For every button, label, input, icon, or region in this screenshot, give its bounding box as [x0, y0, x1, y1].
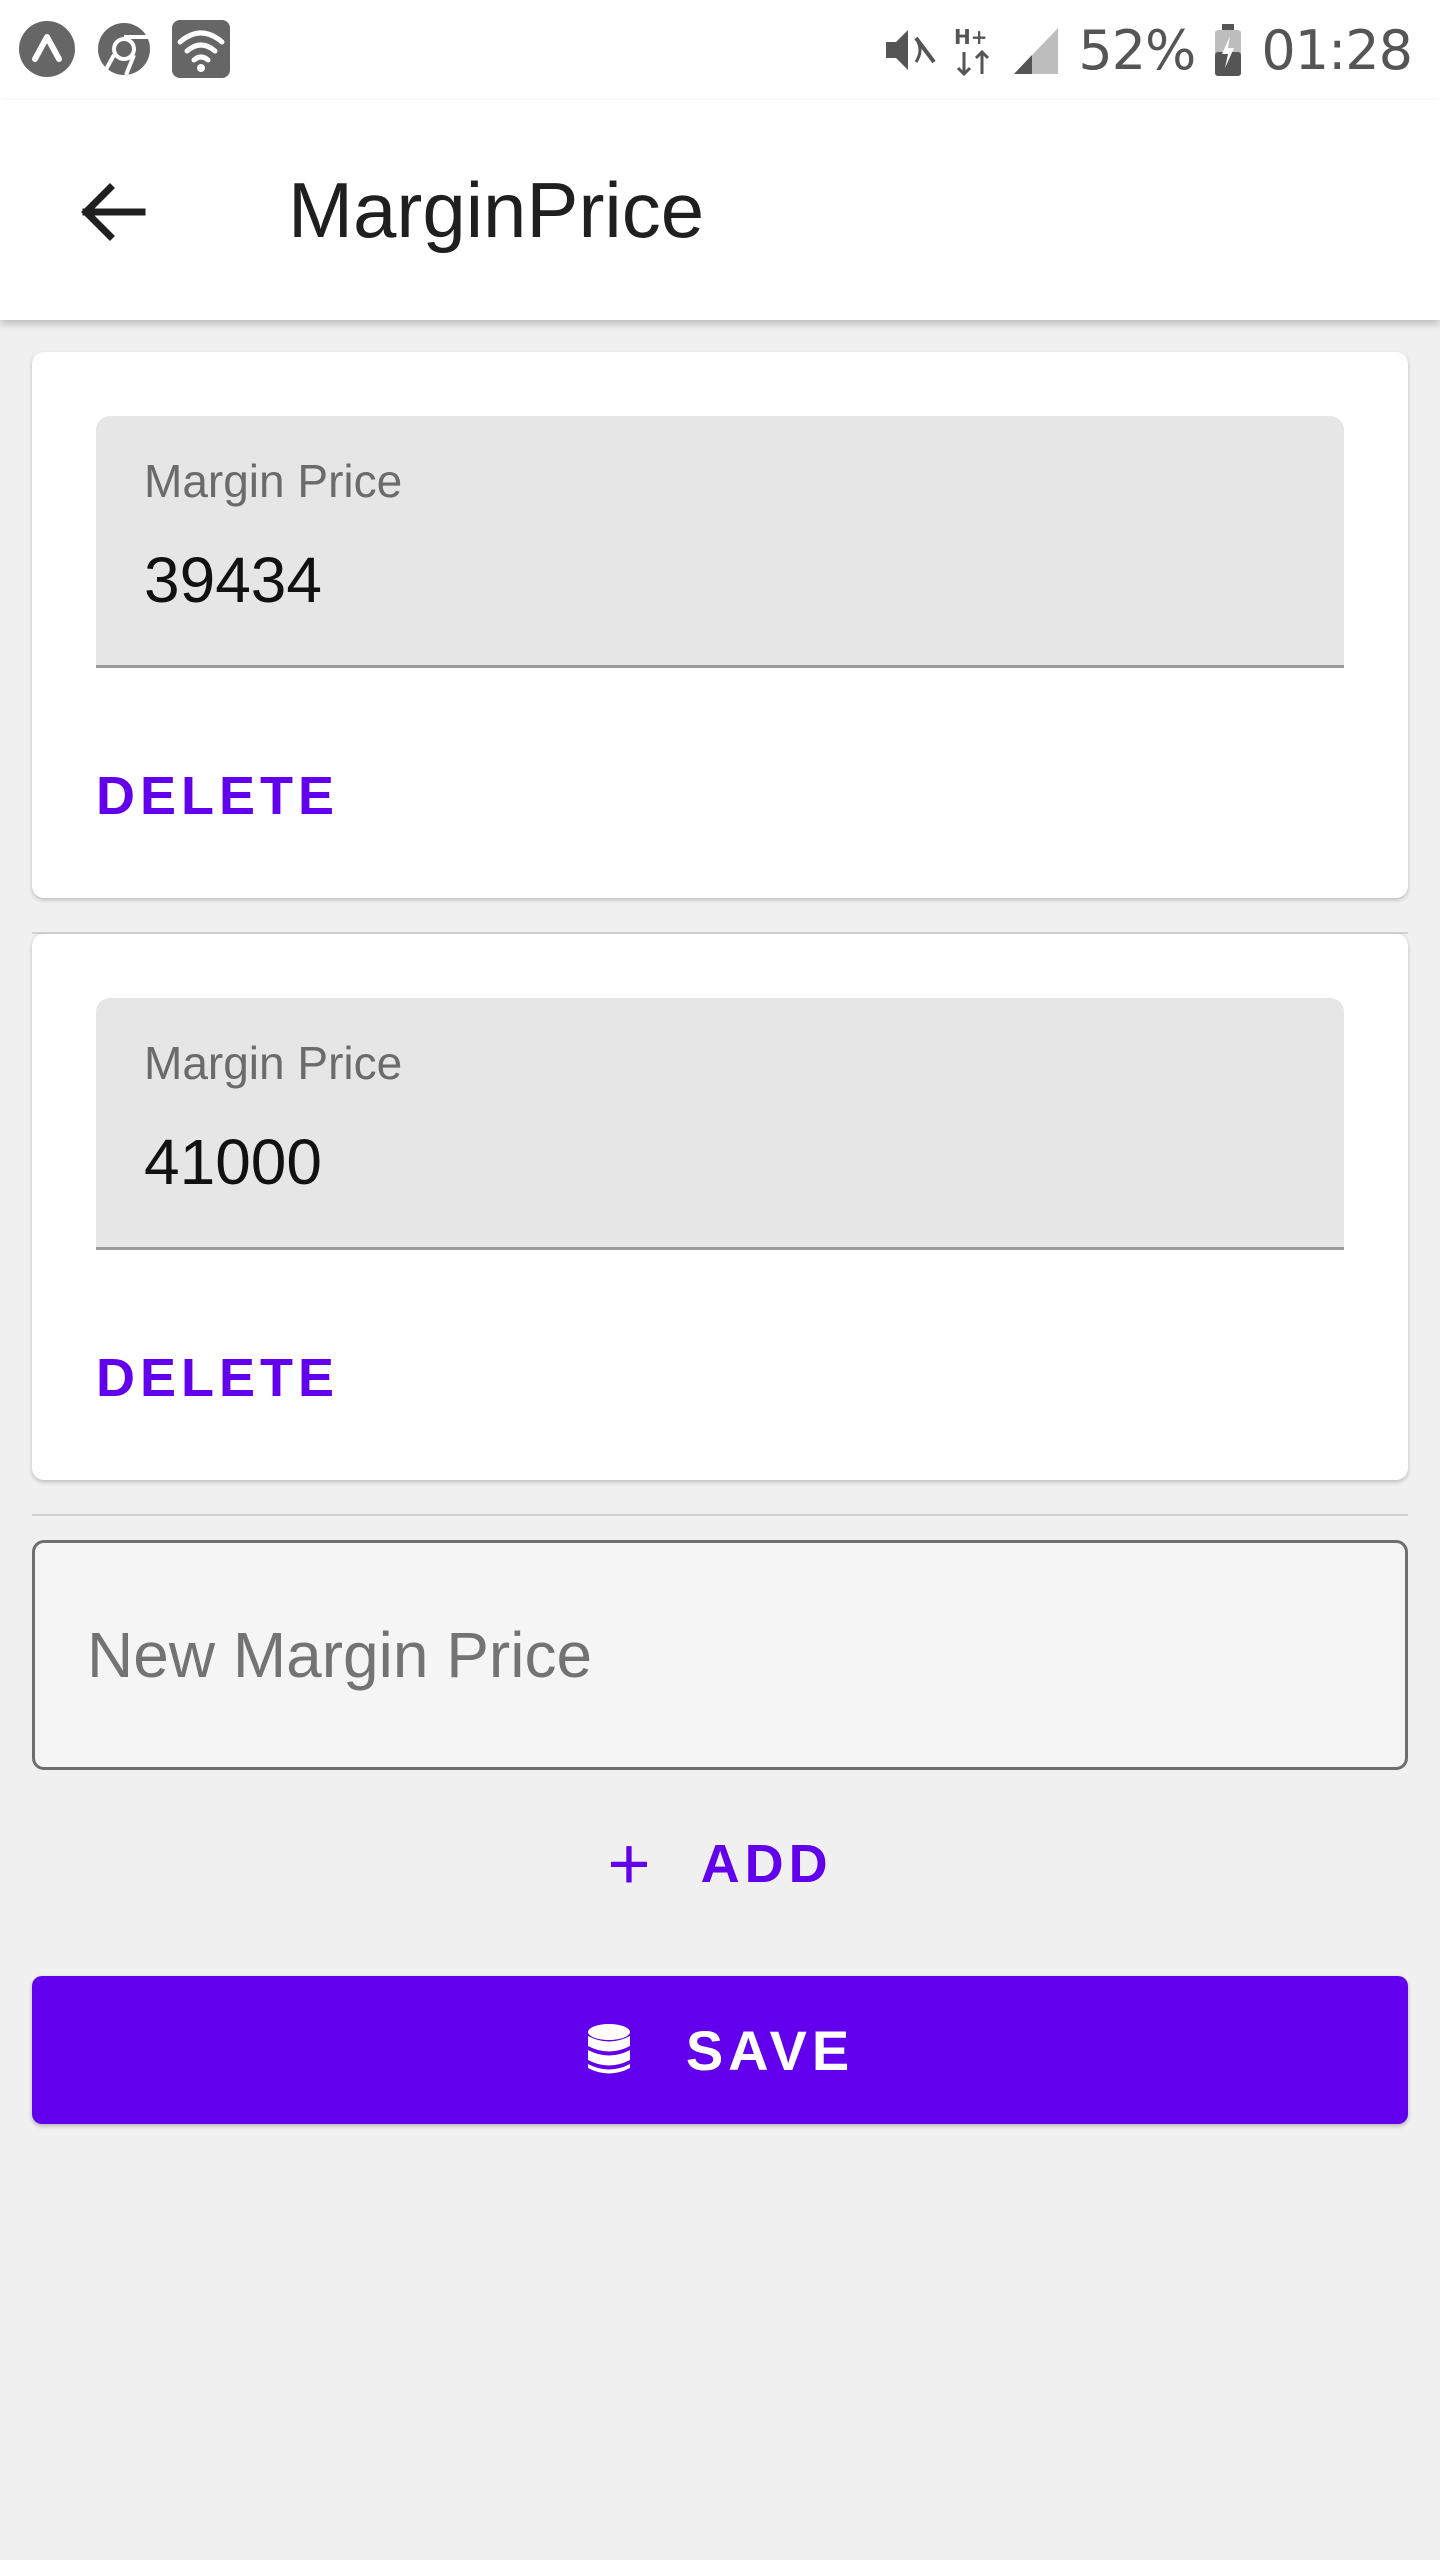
app-bar: MarginPrice — [0, 100, 1440, 320]
mute-icon — [886, 30, 936, 70]
battery-percent: 52% — [1078, 18, 1196, 82]
margin-price-label: Margin Price — [144, 1037, 403, 1089]
wifi-icon — [172, 20, 230, 78]
margin-price-label: Margin Price — [144, 455, 403, 507]
save-button[interactable]: SAVE — [32, 1976, 1408, 2124]
add-button[interactable]: + ADD — [580, 1816, 860, 1912]
back-button[interactable] — [70, 170, 154, 254]
battery-icon — [1215, 24, 1242, 76]
plus-icon: + — [607, 1822, 651, 1905]
signal-icon — [1014, 28, 1059, 74]
database-icon — [587, 2024, 630, 2074]
new-margin-price-input[interactable] — [87, 1543, 1357, 1767]
margin-price-card: Margin Price 39434 DELETE — [32, 352, 1408, 898]
page-title: MarginPrice — [288, 166, 705, 254]
status-bar: H+ 52% 01:28 — [0, 0, 1440, 100]
expo-icon — [19, 21, 75, 77]
clock: 01:28 — [1261, 18, 1413, 82]
divider — [32, 1514, 1408, 1516]
new-margin-price-field[interactable] — [32, 1540, 1408, 1770]
hplus-data-icon: H+ — [954, 25, 990, 77]
margin-price-field[interactable]: Margin Price 41000 — [96, 998, 1344, 1250]
chrome-icon — [98, 23, 150, 76]
margin-price-value[interactable]: 39434 — [144, 548, 322, 612]
delete-button[interactable]: DELETE — [96, 756, 339, 836]
margin-price-card: Margin Price 41000 DELETE — [32, 934, 1408, 1480]
save-button-label: SAVE — [685, 2018, 855, 2082]
delete-button[interactable]: DELETE — [96, 1338, 339, 1418]
status-bar-notifications — [18, 20, 230, 78]
margin-price-value[interactable]: 41000 — [144, 1130, 322, 1194]
arrow-back-icon — [81, 183, 146, 241]
status-bar-system: H+ 52% 01:28 — [880, 14, 1413, 86]
margin-price-field[interactable]: Margin Price 39434 — [96, 416, 1344, 668]
svg-text:H+: H+ — [954, 25, 988, 49]
add-button-label: ADD — [700, 1834, 833, 1894]
